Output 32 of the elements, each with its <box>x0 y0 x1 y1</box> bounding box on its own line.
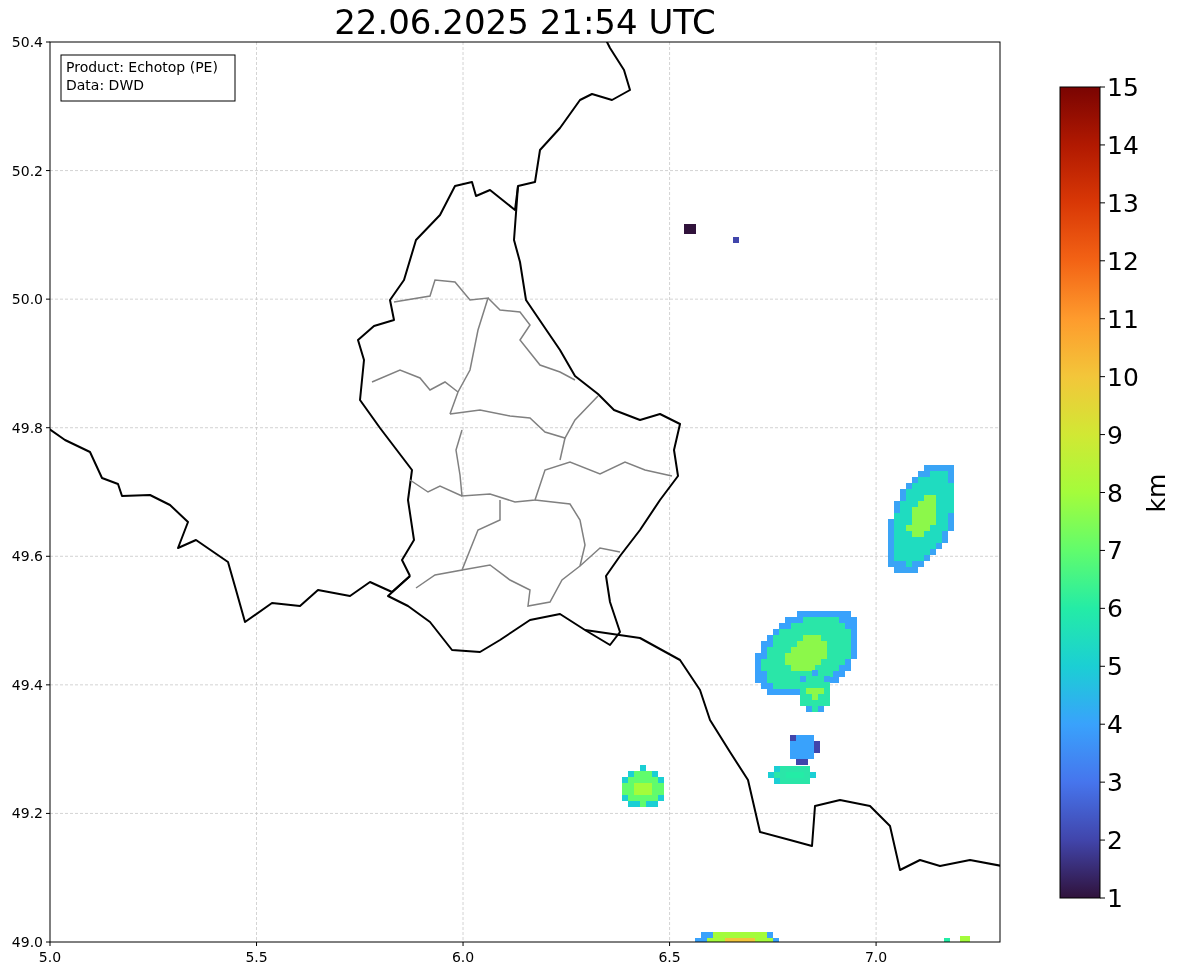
y-tick-label: 50.2 <box>11 162 43 179</box>
y-tick-label: 50.0 <box>11 291 43 308</box>
info-text: Product: Echotop (PE) <box>66 59 218 75</box>
y-tick-label: 49.6 <box>11 548 43 565</box>
x-tick-label: 7.0 <box>864 949 888 965</box>
y-tick-label: 49.0 <box>11 934 43 950</box>
colorbar-tick-label: 14 <box>1107 130 1139 160</box>
x-tick-label: 5.5 <box>245 949 268 965</box>
colorbar-tick-label: 5 <box>1107 652 1123 682</box>
y-tick-label: 50.4 <box>11 34 43 50</box>
colorbar-tick-label: 4 <box>1107 710 1123 740</box>
plot-title: 22.06.2025 21:54 UTC <box>334 2 716 42</box>
colorbar-tick-label: 13 <box>1107 188 1139 218</box>
colorbar-tick-label: 7 <box>1107 536 1123 566</box>
colorbar-label: km <box>1142 473 1171 513</box>
colorbar-tick-label: 12 <box>1107 246 1139 276</box>
colorbar-tick-label: 1 <box>1107 884 1123 913</box>
x-tick-label: 5.0 <box>38 949 62 965</box>
colorbar-tick-label: 11 <box>1107 304 1139 334</box>
colorbar-tick-label: 6 <box>1107 594 1123 624</box>
x-tick-label: 6.5 <box>658 949 681 965</box>
y-tick-label: 49.8 <box>11 419 43 436</box>
colorbar-tick-label: 3 <box>1107 768 1123 798</box>
colorbar-tick-label: 10 <box>1107 362 1139 392</box>
y-tick-label: 49.2 <box>11 805 43 822</box>
colorbar-tick-label: 9 <box>1107 420 1123 450</box>
colorbar-tick-label: 15 <box>1107 73 1139 102</box>
info-text: Data: DWD <box>66 77 144 93</box>
colorbar-tick-label: 8 <box>1107 478 1123 508</box>
y-tick-label: 49.4 <box>11 676 43 693</box>
x-tick-label: 6.0 <box>451 949 475 965</box>
colorbar-tick-label: 2 <box>1107 826 1123 856</box>
